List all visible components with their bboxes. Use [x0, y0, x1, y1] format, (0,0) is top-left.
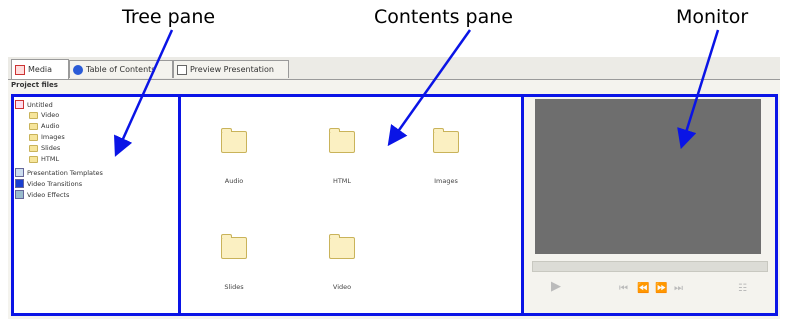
tab-table-of-contents[interactable]: Table of Contents [69, 60, 173, 78]
section-label: Project files [11, 81, 58, 89]
tree-item-label: Audio [41, 122, 60, 130]
tree-item-video-effects[interactable]: Video Effects [15, 190, 69, 199]
tab-bar: Media Table of Contents Preview Presenta… [8, 57, 780, 80]
tree-item-presentation-templates[interactable]: Presentation Templates [15, 168, 103, 177]
content-item-label: HTML [332, 177, 352, 185]
tab-label: Table of Contents [86, 65, 156, 74]
media-icon [15, 64, 25, 75]
folder-icon [29, 133, 38, 141]
transition-icon [15, 179, 24, 188]
content-item-label: Images [434, 177, 458, 185]
folder-icon [29, 111, 38, 119]
content-item-label: Video [332, 283, 352, 291]
video-screen [535, 99, 761, 254]
tab-label: Media [28, 65, 53, 74]
tree-item-video-transitions[interactable]: Video Transitions [15, 179, 82, 188]
tree-item-label: Untitled [27, 100, 53, 109]
info-icon [73, 64, 83, 75]
folder-icon [29, 144, 38, 152]
callout-tree-pane: Tree pane [122, 6, 216, 28]
contents-pane: Audio HTML Images Slides Video [178, 94, 524, 316]
tree-item-label: HTML [41, 155, 60, 163]
callout-contents-pane: Contents pane [374, 6, 513, 28]
content-item-label: Audio [224, 177, 244, 185]
tree-item-label: Video Transitions [27, 179, 83, 188]
settings-icon[interactable]: ☷ [738, 284, 747, 294]
folder-icon [221, 234, 247, 259]
tab-preview-presentation[interactable]: Preview Presentation [173, 60, 289, 78]
tree-item-folder[interactable]: Slides [29, 144, 60, 152]
tree-item-label: Images [41, 133, 65, 141]
step-forward-icon[interactable]: ⏩ [655, 284, 667, 294]
folder-icon [329, 234, 355, 259]
step-back-icon[interactable]: ⏪ [637, 284, 649, 294]
template-icon [15, 168, 24, 177]
folder-icon [433, 128, 459, 153]
folder-icon [221, 128, 247, 153]
tree-pane: Untitled Video Audio Images Slides HTML … [11, 94, 181, 316]
effects-icon [15, 190, 24, 199]
tree-item-label: Presentation Templates [27, 168, 103, 177]
folder-icon [29, 155, 38, 163]
tree-item-label: Video Effects [27, 190, 70, 199]
folder-icon [329, 128, 355, 153]
tree-item-folder[interactable]: Video [29, 111, 59, 119]
tree-item-label: Slides [41, 144, 61, 152]
project-icon [15, 100, 24, 109]
monitor-pane: ▶ ⏮ ⏪ ⏩ ⏭ ☷ [521, 94, 778, 316]
play-icon[interactable]: ▶ [551, 280, 561, 293]
skip-end-icon[interactable]: ⏭ [674, 284, 683, 294]
folder-icon [29, 122, 38, 130]
tree-item-root[interactable]: Untitled [15, 100, 53, 109]
tree-item-folder[interactable]: Images [29, 133, 65, 141]
tree-item-label: Video [41, 111, 60, 119]
media-window: Media Table of Contents Preview Presenta… [8, 57, 780, 319]
tree-item-folder[interactable]: HTML [29, 155, 59, 163]
preview-icon [177, 64, 187, 75]
tree-item-folder[interactable]: Audio [29, 122, 59, 130]
content-item-label: Slides [224, 283, 244, 291]
tab-label: Preview Presentation [190, 65, 274, 74]
tab-media[interactable]: Media [11, 59, 69, 79]
scrub-bar[interactable] [532, 261, 768, 272]
skip-start-icon[interactable]: ⏮ [619, 284, 628, 294]
callout-monitor: Monitor [676, 6, 749, 28]
